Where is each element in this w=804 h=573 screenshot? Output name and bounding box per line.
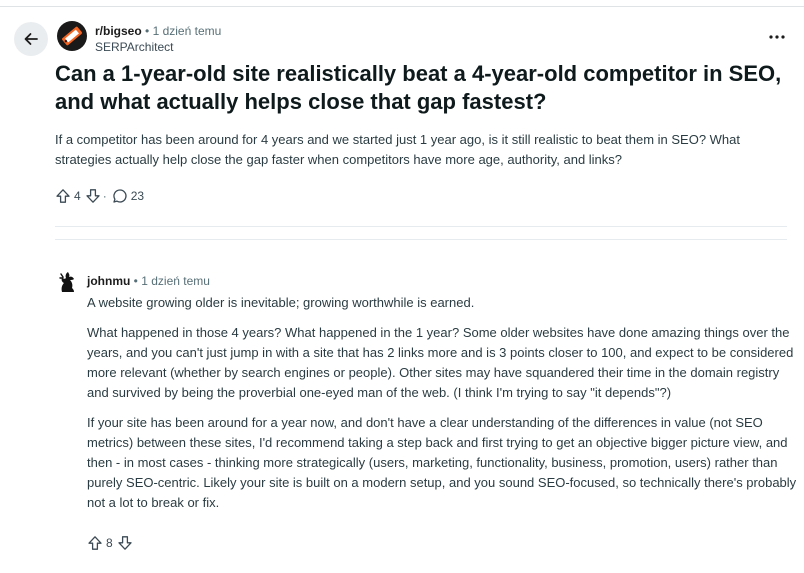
comment-paragraph: If your site has been around for a year …	[87, 415, 797, 510]
comment-vote-count: 8	[106, 536, 113, 550]
meta-separator: •	[145, 24, 150, 38]
post-actions: 4 · 23	[55, 188, 148, 204]
comment-actions: 8	[87, 535, 133, 551]
arrow-left-icon	[24, 33, 38, 45]
back-button[interactable]	[14, 22, 48, 56]
more-options-button[interactable]	[766, 28, 788, 46]
arrow-down-icon	[118, 536, 132, 550]
comment-paragraph: A website growing older is inevitable; g…	[87, 295, 475, 310]
comment-body: A website growing older is inevitable; g…	[87, 293, 797, 523]
comment-timestamp: 1 dzień temu	[141, 274, 210, 288]
subreddit-avatar[interactable]	[57, 21, 87, 51]
upvote-button[interactable]	[55, 188, 71, 204]
comment-upvote-button[interactable]	[87, 535, 103, 551]
comment-author[interactable]: johnmu	[87, 274, 130, 288]
divider	[55, 239, 787, 240]
post-author[interactable]: SERPArchitect	[95, 39, 221, 55]
commenter-avatar[interactable]	[55, 268, 81, 294]
subreddit-link[interactable]: r/bigseo	[95, 24, 142, 38]
arrow-down-icon	[86, 189, 100, 203]
comment-paragraph: What happened in those 4 years? What hap…	[87, 325, 794, 400]
speech-bubble-icon	[113, 189, 127, 203]
arrow-up-icon	[88, 536, 102, 550]
post-timestamp: 1 dzień temu	[152, 24, 222, 38]
comment-count: 23	[130, 189, 145, 203]
post-meta: r/bigseo • 1 dzień temu SERPArchitect	[95, 23, 221, 55]
arrow-up-icon	[56, 189, 70, 203]
comment-meta: johnmu • 1 dzień temu	[87, 274, 210, 288]
downvote-button[interactable]	[85, 188, 101, 204]
actions-separator: ·	[102, 189, 107, 203]
comments-button[interactable]	[112, 188, 128, 204]
post-title: Can a 1-year-old site realistically beat…	[55, 61, 782, 114]
meta-separator: •	[133, 274, 138, 288]
post-body: If a competitor has been around for 4 ye…	[55, 132, 741, 167]
top-border	[0, 6, 804, 7]
post-vote-count: 4	[74, 189, 81, 203]
comment-downvote-button[interactable]	[117, 535, 133, 551]
divider	[55, 226, 787, 227]
more-horizontal-icon	[769, 35, 785, 39]
